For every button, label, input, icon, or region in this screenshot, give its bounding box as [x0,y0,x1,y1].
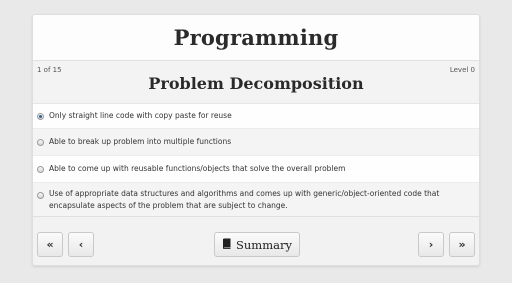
chevron-left-icon: ‹ [78,238,84,251]
radio-button[interactable] [37,165,44,173]
navigation-footer: « ‹ Summary › » [33,216,479,265]
radio-button[interactable] [37,138,44,146]
option-label: Use of appropriate data structures and a… [49,189,440,210]
question-title: Problem Decomposition [148,74,364,93]
book-icon [222,238,232,252]
option-item[interactable]: Able to come up with reusable functions/… [33,156,479,183]
last-question-button[interactable]: » [449,232,475,257]
option-label: Only straight line code with copy paste … [49,111,232,120]
double-chevron-left-icon: « [46,238,54,251]
double-chevron-right-icon: » [458,238,466,251]
summary-button[interactable]: Summary [214,232,300,257]
page-title: Programming [173,25,339,50]
question-header: 1 of 15 Level 0 Problem Decomposition [33,61,479,103]
option-item[interactable]: Able to break up problem into multiple f… [33,129,479,156]
summary-label: Summary [236,237,292,252]
radio-button[interactable] [37,192,44,199]
skill-card: Programming 1 of 15 Level 0 Problem Deco… [32,14,480,266]
first-question-button[interactable]: « [37,232,63,257]
previous-question-button[interactable]: ‹ [68,232,94,257]
option-label: Able to come up with reusable functions/… [49,164,346,173]
radio-button-selected[interactable] [37,112,44,120]
option-item[interactable]: Only straight line code with copy paste … [33,104,479,129]
chevron-right-icon: › [428,238,434,251]
option-label: Able to break up problem into multiple f… [49,137,232,146]
question-counter: 1 of 15 [37,66,62,74]
next-question-button[interactable]: › [418,232,444,257]
card-header: Programming [33,15,479,61]
level-indicator: Level 0 [449,66,475,74]
options-list: Only straight line code with copy paste … [33,103,479,221]
